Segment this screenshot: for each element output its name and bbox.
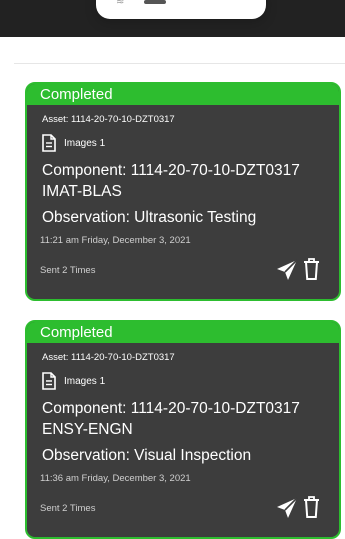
trash-icon[interactable] — [303, 257, 320, 281]
top-panel[interactable]: ≋ — [96, 0, 266, 19]
status-badge: Completed — [27, 84, 339, 105]
document-icon — [42, 372, 56, 390]
sent-count: Sent 2 Times — [40, 265, 96, 276]
images-count: Images 1 — [64, 137, 106, 149]
images-count: Images 1 — [64, 375, 106, 387]
images-row[interactable]: Images 1 — [41, 134, 105, 152]
component-code: ENSY-ENGN — [42, 421, 133, 438]
component-label: Component: 1114-20-70-10-DZT0317 ENSY-EN… — [42, 398, 332, 440]
status-badge: Completed — [27, 322, 339, 343]
sent-count: Sent 2 Times — [40, 503, 96, 514]
component-label: Component: 1114-20-70-10-DZT0317 IMAT-BL… — [42, 160, 332, 202]
send-icon[interactable] — [276, 259, 298, 281]
timestamp: 11:36 am Friday, December 3, 2021 — [40, 473, 191, 484]
document-icon — [42, 134, 56, 152]
report-card[interactable]: Completed Asset: 1114-20-70-10-DZT0317 I… — [25, 320, 341, 539]
timestamp: 11:21 am Friday, December 3, 2021 — [40, 235, 191, 246]
send-icon[interactable] — [276, 497, 298, 519]
asset-label: Asset: 1114-20-70-10-DZT0317 — [42, 352, 175, 363]
component-id: Component: 1114-20-70-10-DZT0317 — [42, 400, 300, 417]
component-id: Component: 1114-20-70-10-DZT0317 — [42, 162, 300, 179]
wifi-icon: ≋ — [116, 0, 125, 7]
trash-icon[interactable] — [303, 495, 320, 519]
images-row[interactable]: Images 1 — [41, 372, 105, 390]
report-card[interactable]: Completed Asset: 1114-20-70-10-DZT0317 I… — [25, 82, 341, 301]
asset-label: Asset: 1114-20-70-10-DZT0317 — [42, 114, 175, 125]
component-code: IMAT-BLAS — [42, 183, 122, 200]
progress-indicator — [144, 0, 166, 4]
divider — [14, 63, 345, 64]
observation-label: Observation: Visual Inspection — [42, 447, 252, 464]
observation-label: Observation: Ultrasonic Testing — [42, 209, 257, 226]
